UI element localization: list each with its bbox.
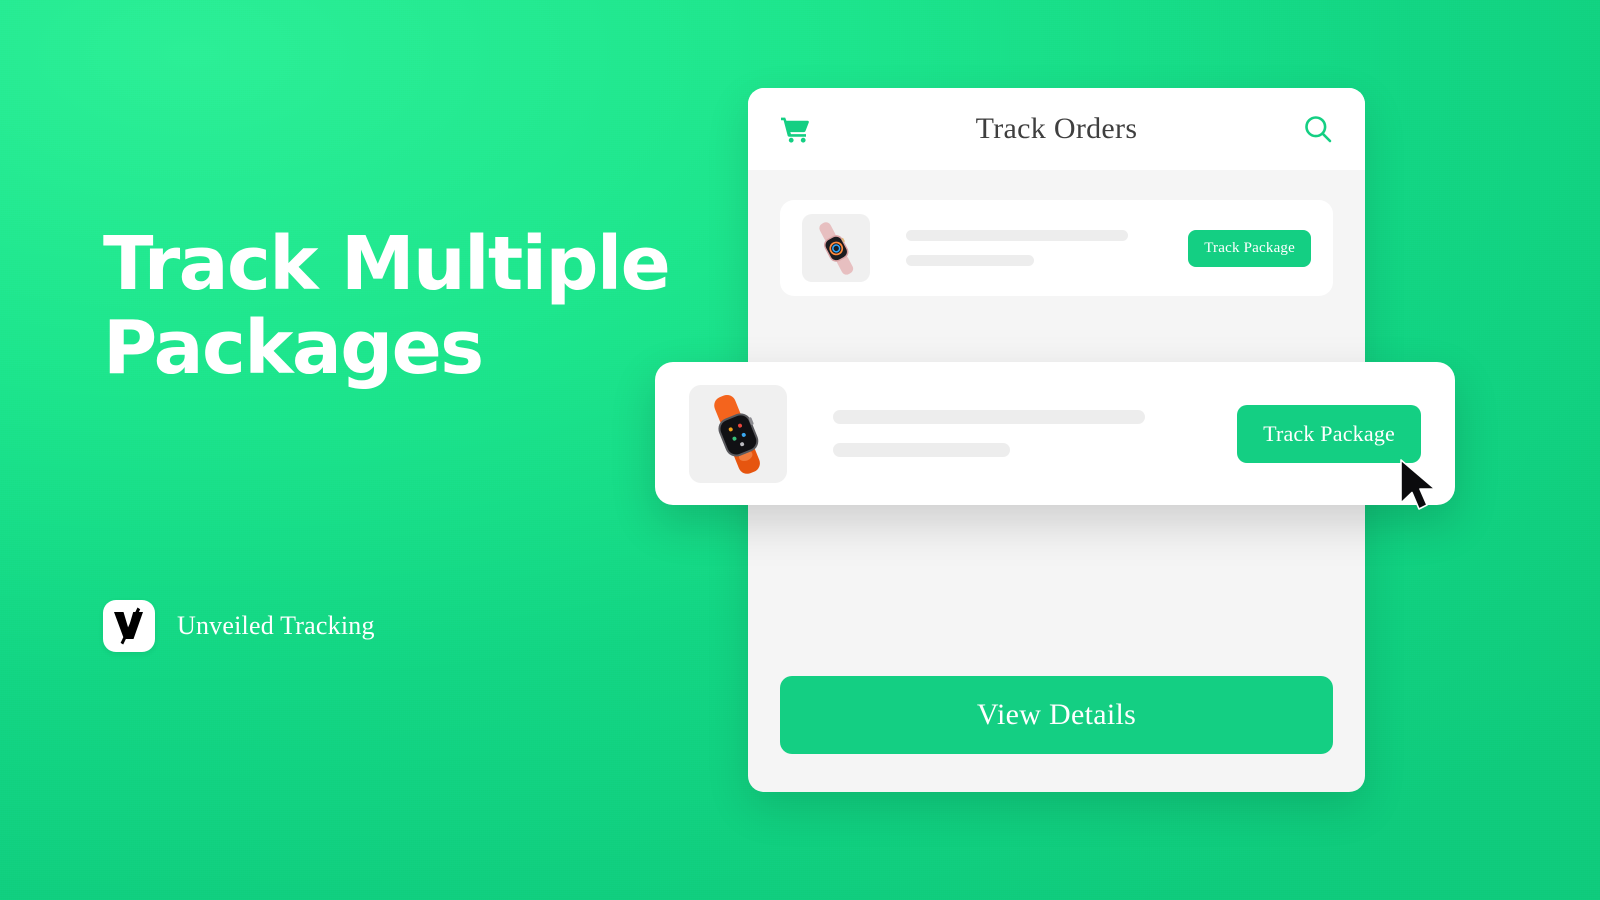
- page-title: Track Multiple Packages: [103, 221, 671, 391]
- brand-lockup: Unveiled Tracking: [103, 600, 375, 652]
- app-header: Track Orders: [748, 88, 1365, 170]
- highlighted-order-card[interactable]: Track Package: [655, 362, 1455, 505]
- mouse-pointer-icon: [1400, 459, 1436, 510]
- brand-logo: [103, 600, 155, 652]
- hero-copy: Track Multiple Packages: [103, 222, 723, 390]
- order-placeholder-lines: [870, 230, 1188, 266]
- list-item[interactable]: Track Package: [780, 200, 1333, 296]
- view-details-button[interactable]: View Details: [780, 676, 1333, 754]
- logo-v-icon: [114, 607, 143, 645]
- search-icon[interactable]: [1303, 114, 1333, 144]
- skeleton-line-primary: [906, 230, 1128, 241]
- skeleton-line-secondary: [833, 443, 1010, 457]
- shopping-cart-icon[interactable]: [780, 115, 810, 143]
- track-package-button-highlighted[interactable]: Track Package: [1237, 404, 1421, 463]
- pink-smartwatch-image: [802, 214, 870, 282]
- track-package-button[interactable]: Track Package: [1188, 229, 1311, 267]
- skeleton-line-secondary: [906, 255, 1034, 266]
- skeleton-line-primary: [833, 410, 1145, 424]
- app-title: Track Orders: [975, 112, 1138, 145]
- brand-name: Unveiled Tracking: [177, 611, 375, 640]
- orange-smartwatch-image: [689, 384, 787, 483]
- order-placeholder-lines: [787, 410, 1237, 457]
